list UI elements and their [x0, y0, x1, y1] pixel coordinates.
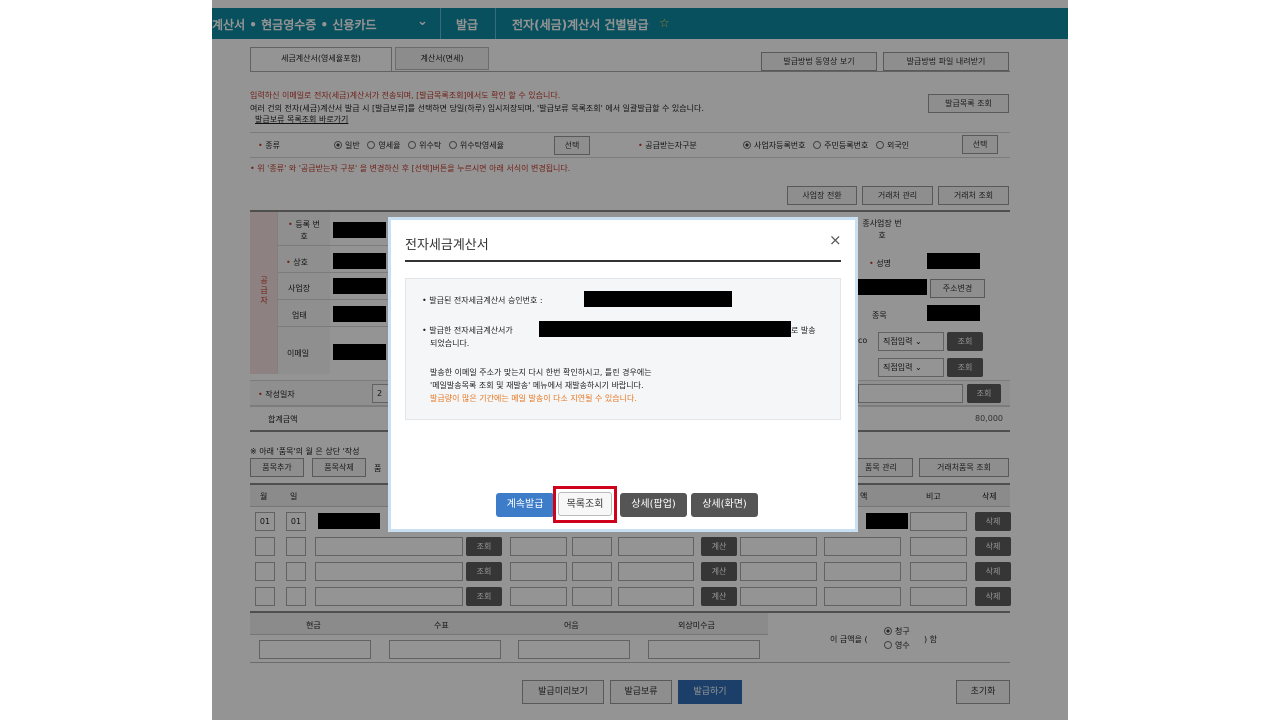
check-line2: '메일발송목록 조회 및 재발송' 메뉴에서 재발송하시기 바랍니다. [430, 381, 644, 390]
approval-text: • 발급된 전자세금계산서 승인번호 : [422, 296, 543, 305]
approval-label: 발급된 전자세금계산서 승인번호 : [429, 296, 543, 305]
check-line1: 발송한 이메일 주소가 맞는지 다시 한번 확인하시고, 틀린 경우에는 [430, 368, 652, 377]
continue-issue-button[interactable]: 계속발급 [496, 493, 554, 517]
page: 계산서 • 현금영수증 • 신용카드 ⌄ 발급 전자(세금)계산서 건별발급 ☆… [212, 0, 1068, 720]
detail-screen-button[interactable]: 상세(화면) [691, 493, 758, 517]
sent-text: • 발급한 전자세금계산서가 [422, 326, 513, 335]
modal-message-box: • 발급된 전자세금계산서 승인번호 : • 발급한 전자세금계산서가 로 발송… [405, 278, 841, 420]
modal-title: 전자세금계산서 [405, 238, 489, 253]
sent-suffix: 로 발송 [791, 326, 816, 335]
close-icon[interactable]: × [829, 231, 842, 249]
redacted-approval-number [584, 291, 732, 307]
detail-popup-button[interactable]: 상세(팝업) [620, 493, 687, 517]
divider [405, 260, 841, 262]
sent-prefix: 발급한 전자세금계산서가 [429, 326, 513, 335]
sent-line2: 되었습니다. [430, 339, 470, 348]
list-lookup-button[interactable]: 목록조회 [558, 492, 612, 516]
redacted-email [539, 321, 791, 337]
delay-notice: 발급량이 많은 기간에는 메일 발송이 다소 지연될 수 있습니다. [430, 394, 637, 403]
result-modal: 전자세금계산서 × • 발급된 전자세금계산서 승인번호 : • 발급한 전자세… [388, 217, 858, 532]
